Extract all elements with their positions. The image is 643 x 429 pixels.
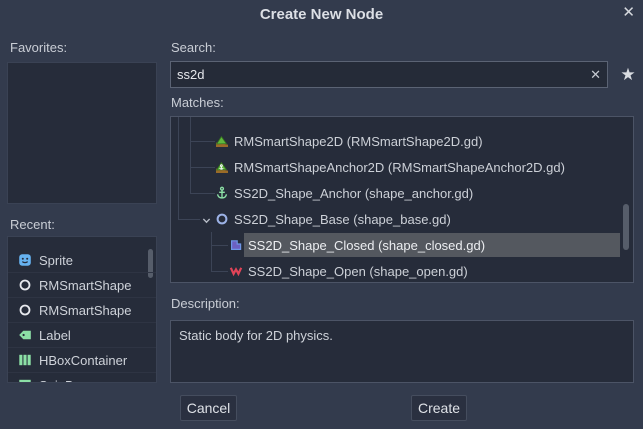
list-item-label: Label xyxy=(39,328,71,343)
favorites-list xyxy=(7,62,157,204)
label-tag-icon xyxy=(18,328,32,342)
list-item[interactable]: HBoxContainer xyxy=(8,348,156,373)
tree-item[interactable]: RMSmartShape2D (RMSmartShape2D.gd) xyxy=(171,128,633,154)
list-item[interactable]: Sprite xyxy=(8,248,156,273)
list-item-label: HBoxContainer xyxy=(39,353,127,368)
list-item-label: RMSmartShape xyxy=(39,278,131,293)
tree-item[interactable]: SS2D_Shape_Anchor (shape_anchor.gd) xyxy=(171,180,633,206)
search-value: ss2d xyxy=(177,67,590,82)
search-label: Search: xyxy=(171,40,216,55)
tree-item-label: RMSmartShape2D (RMSmartShape2D.gd) xyxy=(234,134,483,149)
sprite-icon xyxy=(18,253,32,267)
recent-list: Sprite RMSmartShape RMSmartShape Label HBoxC… xyxy=(7,236,157,383)
spinbox-icon xyxy=(18,378,32,383)
object-circle-icon xyxy=(18,278,32,292)
list-item-label: Sprite xyxy=(39,253,73,268)
tree-item[interactable]: SS2D_Shape_Base (shape_base.gd) xyxy=(171,206,633,232)
create-button[interactable]: Create xyxy=(411,395,467,421)
matches-tree: RMSmartShape2D (RMSmartShape2D.gd) RMSmar… xyxy=(170,116,634,283)
shape-closed-icon xyxy=(229,238,243,252)
tree-item[interactable]: SS2D_Shape_Closed (shape_closed.gd) xyxy=(171,232,633,258)
recent-label: Recent: xyxy=(10,217,55,232)
favorites-label: Favorites: xyxy=(10,40,67,55)
create-new-node-dialog: Create New Node ✕ Favorites: Recent: Spr… xyxy=(0,0,643,429)
description-label: Description: xyxy=(171,296,240,311)
node-circle-icon xyxy=(215,212,229,226)
terrain-icon xyxy=(215,134,229,148)
matches-scrollbar[interactable] xyxy=(623,204,629,250)
close-icon[interactable]: ✕ xyxy=(622,4,635,22)
tree-rows: RMSmartShape2D (RMSmartShape2D.gd) RMSmar… xyxy=(171,117,633,282)
clear-search-icon[interactable]: ✕ xyxy=(590,67,601,83)
tree-item[interactable]: RMSmartShapeAnchor2D (RMSmartShapeAnchor… xyxy=(171,154,633,180)
list-item[interactable]: RMSmartShape xyxy=(8,273,156,298)
object-circle-icon xyxy=(18,303,32,317)
description-text: Static body for 2D physics. xyxy=(179,328,333,343)
tree-item-label: SS2D_Shape_Anchor (shape_anchor.gd) xyxy=(234,186,473,201)
dialog-title: Create New Node xyxy=(0,6,643,23)
matches-label: Matches: xyxy=(171,95,224,110)
tree-item-label: SS2D_Shape_Base (shape_base.gd) xyxy=(234,212,451,227)
tree-item-label: SS2D_Shape_Closed (shape_closed.gd) xyxy=(248,238,485,253)
list-item[interactable]: RMSmartShape xyxy=(8,298,156,323)
anchor-icon xyxy=(215,186,229,200)
tree-item-label: RMSmartShapeAnchor2D (RMSmartShapeAnchor… xyxy=(234,160,565,175)
favorite-star-icon[interactable]: ★ xyxy=(616,61,640,88)
list-item-label: SpinBox xyxy=(39,378,87,384)
tree-item-label: SS2D_Shape_Open (shape_open.gd) xyxy=(248,264,468,279)
list-item-label: RMSmartShape xyxy=(39,303,131,318)
list-item[interactable]: Label xyxy=(8,323,156,348)
terrain-anchor-icon xyxy=(215,160,229,174)
tree-item[interactable]: SS2D_Shape_Open (shape_open.gd) xyxy=(171,258,633,283)
shape-open-icon xyxy=(229,264,243,278)
cancel-button[interactable]: Cancel xyxy=(180,395,237,421)
hbox-container-icon xyxy=(18,353,32,367)
list-item[interactable]: SpinBox xyxy=(8,373,156,383)
chevron-down-icon xyxy=(201,214,212,225)
description-box: Static body for 2D physics. xyxy=(170,320,634,383)
search-input[interactable]: ss2d ✕ xyxy=(170,61,608,88)
